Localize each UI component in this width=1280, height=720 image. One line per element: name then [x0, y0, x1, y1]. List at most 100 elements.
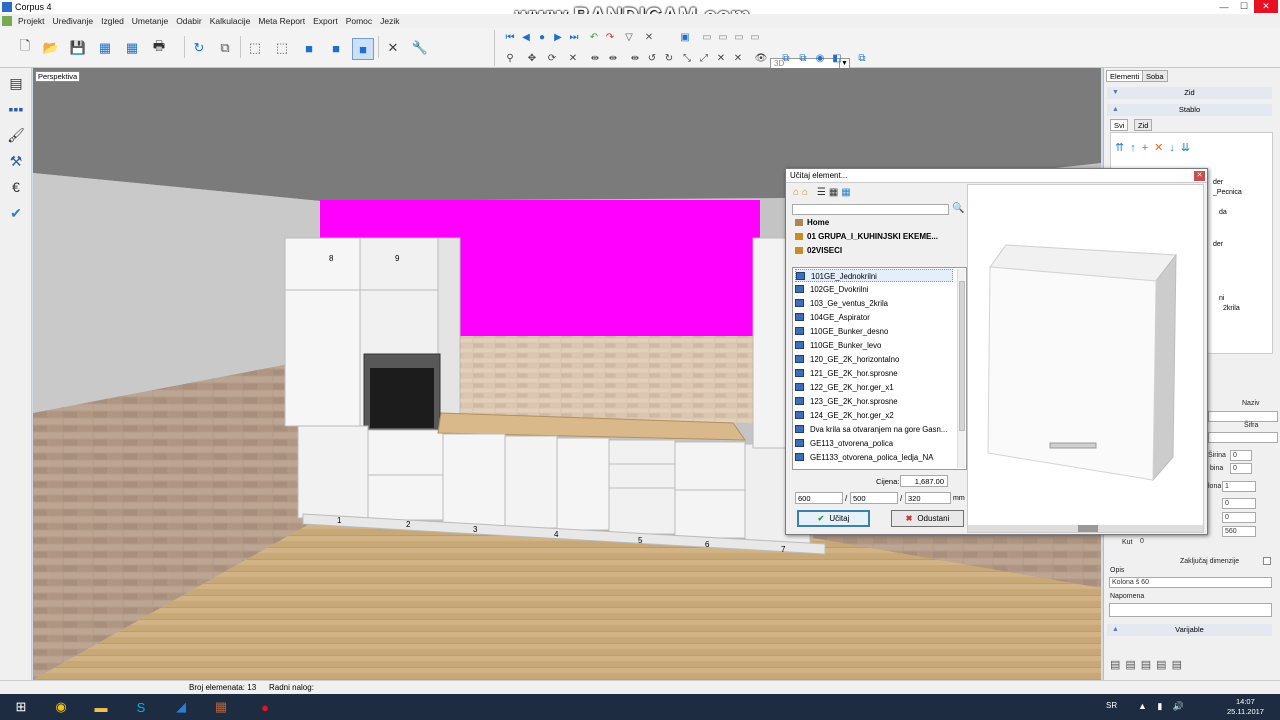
nav-next-icon[interactable]: ▶ — [551, 30, 565, 44]
dialog-toolbar[interactable]: ⌂⌂ ☰▦▦ — [793, 187, 854, 198]
rotate-right-icon[interactable]: ↻ — [662, 51, 676, 65]
explorer-icon[interactable]: ▬ — [84, 695, 118, 719]
panel-bottom-toolbar[interactable]: ▤▤▤▤▤ — [1110, 658, 1187, 671]
language-indicator[interactable]: SR — [1106, 701, 1117, 710]
menu-item-umetanje[interactable]: Umetanje — [128, 16, 172, 26]
tab-zid[interactable]: Zid — [1134, 119, 1153, 131]
list-item[interactable]: 123_GE_2K_hor.sprosne — [795, 395, 953, 408]
menu-item-odabir[interactable]: Odabir — [172, 16, 206, 26]
winrar-icon[interactable]: ▦ — [204, 695, 238, 719]
chrome-icon[interactable]: ◉ — [44, 695, 78, 719]
menu-item-jezik[interactable]: Jezik — [376, 16, 403, 26]
textured-cube-icon[interactable]: ■ — [352, 38, 374, 60]
euro-icon[interactable]: € — [6, 178, 26, 196]
kut-field[interactable]: 0 — [1138, 537, 1172, 548]
cabinet-icon[interactable]: ▤ — [6, 74, 26, 92]
undo-icon[interactable]: ↶ — [587, 30, 601, 44]
nav-first-icon[interactable]: ⏮ — [503, 30, 517, 44]
redo-icon[interactable]: ↷ — [603, 30, 617, 44]
view-4-icon[interactable]: ▭ — [748, 30, 762, 44]
varijable-section[interactable]: ▲ Varijable — [1107, 624, 1272, 636]
new-file-icon[interactable]: 🗋 — [16, 38, 34, 57]
rotate-tool-icon[interactable]: ⟳ — [545, 51, 559, 65]
maximize-button[interactable]: ☐ — [1234, 0, 1254, 13]
copy-icon[interactable]: ⧉ — [216, 39, 234, 57]
corpus-icon[interactable]: ◢ — [164, 695, 198, 719]
nav-last-icon[interactable]: ⏭ — [567, 30, 581, 44]
wrench-icon[interactable]: 🔧 — [411, 39, 429, 57]
filter-icon[interactable]: ▽ — [622, 30, 636, 44]
tools-icon[interactable]: ✕ — [384, 39, 402, 57]
opis-field[interactable]: Kolona š 60 — [1109, 577, 1272, 588]
shaded-cube-icon[interactable]: ■ — [300, 39, 318, 57]
eye-icon[interactable]: 👁 — [754, 51, 768, 65]
sifra-field[interactable] — [1208, 432, 1278, 443]
import-icon[interactable]: ▦ — [123, 39, 141, 57]
y-field[interactable]: 0 — [1222, 512, 1256, 523]
open-file-icon[interactable]: 📂 — [42, 39, 60, 57]
x-field[interactable]: 0 — [1222, 498, 1256, 509]
globe-icon[interactable]: ◉ — [813, 51, 827, 65]
nav-center-icon[interactable]: ● — [535, 30, 549, 44]
width-field[interactable]: 600 — [795, 492, 843, 504]
dubina-field[interactable]: 0 — [1230, 463, 1252, 474]
render-icon[interactable]: ◧ — [830, 51, 844, 65]
list-item[interactable]: 121_GE_2K_hor.sprosne — [795, 367, 953, 380]
hidden-lines-cube-icon[interactable]: ⬚ — [273, 39, 291, 57]
tree-folder-grupa[interactable]: 01 GRUPA_I_KUHINJSKI EKEME... — [795, 232, 938, 241]
list-item[interactable]: 104GE_Aspirator — [795, 311, 953, 324]
napomena-field[interactable] — [1109, 603, 1272, 617]
export-icon[interactable]: ▦ — [96, 39, 114, 57]
tree-home[interactable]: Home — [795, 218, 829, 227]
zakljucaj-checkbox[interactable] — [1263, 557, 1271, 565]
skype-icon[interactable]: S — [124, 695, 158, 719]
list-item[interactable]: GE1133_otvorena_polica_ledja_NA — [795, 451, 953, 464]
list-scrollbar[interactable] — [957, 269, 965, 468]
menu-item-export[interactable]: Export — [309, 16, 342, 26]
view-1-icon[interactable]: ▭ — [700, 30, 714, 44]
dialog-search-input[interactable] — [792, 204, 949, 215]
load-button[interactable]: ✔ Učitaj — [797, 510, 870, 527]
elements-icon[interactable]: ▪▪▪ — [6, 100, 26, 118]
cut-icon[interactable]: ✕ — [714, 51, 728, 65]
list-item[interactable]: 101GE_Jednokrilni — [795, 269, 953, 282]
menu-item-kalkulacije[interactable]: Kalkulacije — [206, 16, 255, 26]
minimize-button[interactable]: — — [1214, 0, 1234, 13]
list-item[interactable]: 124_GE_2K_hor.ger_x2 — [795, 409, 953, 422]
layer-2-icon[interactable]: ⧉ — [796, 51, 810, 65]
rotate-icon[interactable]: ↻ — [190, 39, 208, 57]
layer-1-icon[interactable]: ⧉ — [779, 51, 793, 65]
tray-icons[interactable]: ▲ ▮ 🔊 — [1138, 701, 1188, 712]
nav-prev-icon[interactable]: ◀ — [519, 30, 533, 44]
list-item[interactable]: Dva krila sa otvaranjem na gore Gasn... — [795, 423, 953, 436]
start-icon[interactable]: ⊞ — [4, 695, 38, 719]
scale-icon[interactable]: ⤢ — [697, 51, 711, 65]
hardware-icon[interactable]: ⚒ — [6, 152, 26, 170]
z-field[interactable]: 560 — [1222, 526, 1256, 537]
menu-item-meta-report[interactable]: Meta Report — [254, 16, 309, 26]
delete-icon[interactable]: ✕ — [642, 30, 656, 44]
sirina-field[interactable]: 0 — [1230, 450, 1252, 461]
tab-elementi[interactable]: Elementi — [1106, 70, 1144, 82]
group-icon[interactable]: ✕ — [731, 51, 745, 65]
menu-item-uredjivanje[interactable]: Uređivanje — [48, 16, 97, 26]
remove-icon[interactable]: ✕ — [566, 51, 580, 65]
wireframe-cube-icon[interactable]: ⬚ — [246, 39, 264, 57]
kolona-field[interactable]: 1 — [1222, 481, 1256, 492]
depth-field[interactable]: 320 — [905, 492, 951, 504]
solid-cube-icon[interactable]: ■ — [327, 39, 345, 57]
mirror-icon[interactable]: ⤡ — [680, 51, 694, 65]
naziv-field[interactable] — [1208, 411, 1278, 422]
print-icon[interactable]: 🖶 — [150, 38, 168, 57]
menu-item-projekt[interactable]: Projekt — [14, 16, 48, 26]
list-item[interactable]: 102GE_Dvokrilni — [795, 283, 953, 296]
list-item[interactable]: GE113_otvorena_polica — [795, 437, 953, 450]
dialog-close-button[interactable]: ✕ — [1194, 171, 1205, 181]
rotate-left-icon[interactable]: ↺ — [645, 51, 659, 65]
search-icon[interactable]: 🔍 — [952, 203, 964, 214]
list-item[interactable]: 122_GE_2K_hor.ger_x1 — [795, 381, 953, 394]
align-3-icon[interactable]: ⇹ — [628, 51, 642, 65]
zid-section[interactable]: ▼ Zid — [1107, 87, 1272, 99]
check-icon[interactable]: ✔ — [6, 204, 26, 222]
link-icon[interactable]: ⚲ — [503, 51, 517, 65]
